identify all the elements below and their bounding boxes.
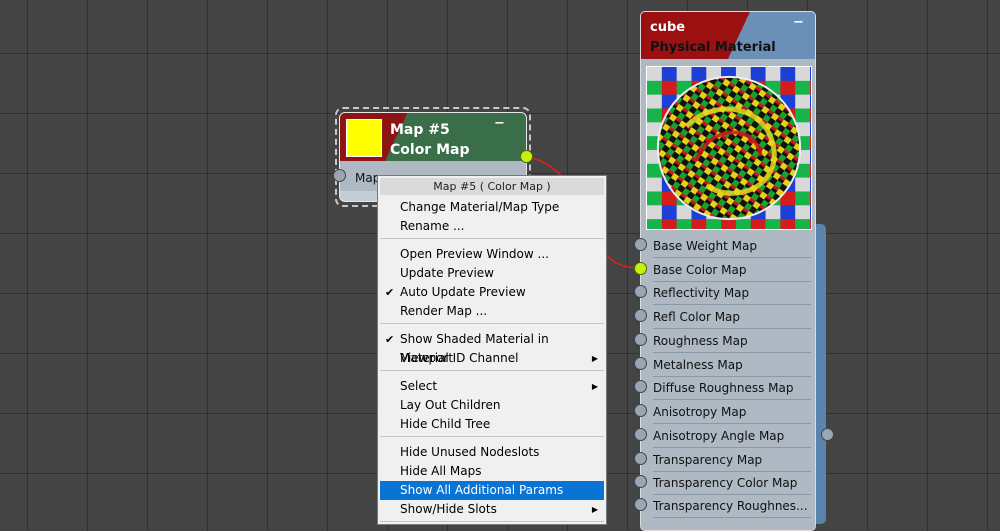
slot-port-anisotropy-map[interactable] (634, 404, 647, 417)
menu-item-label: Auto Update Preview (400, 285, 526, 299)
menu-item-label: Render Map ... (400, 304, 488, 318)
menu-item-label: Material ID Channel (400, 351, 519, 365)
menu-item-rename[interactable]: Rename ... (380, 217, 604, 236)
slot-port-transparency-roughnes[interactable] (634, 498, 647, 511)
slot-metalness-map[interactable]: Metalness Map (653, 354, 811, 377)
slot-port-refl-color-map[interactable] (634, 309, 647, 322)
menu-item-label: Hide All Maps (400, 464, 482, 478)
slot-transparency-map[interactable]: Transparency Map (653, 449, 811, 472)
checkmark-icon: ✔ (385, 333, 395, 346)
menu-item-label: Open Preview Window ... (400, 247, 549, 261)
menu-item-show-all-additional-params[interactable]: Show All Additional Params (380, 481, 604, 500)
color-swatch (346, 119, 382, 157)
menu-item-label: Lay Out Children (400, 398, 501, 412)
menu-separator (380, 370, 604, 371)
map-node-name: Map #5 (390, 122, 450, 138)
menu-item-label: Change Material/Map Type (400, 200, 560, 214)
menu-item-label: Hide Child Tree (400, 417, 491, 431)
material-node-header[interactable]: cube Physical Material − (641, 12, 815, 59)
slot-transparency-color-map[interactable]: Transparency Color Map (653, 472, 811, 495)
checkmark-icon: ✔ (385, 286, 395, 299)
slot-port-transparency-color-map[interactable] (634, 475, 647, 488)
menu-item-hide-unused-nodeslots[interactable]: Hide Unused Nodeslots (380, 443, 604, 462)
menu-item-material-id-channel[interactable]: Material ID Channel ▶ (380, 349, 604, 368)
material-node-scrollbar[interactable] (816, 224, 826, 524)
menu-header: Map #5 ( Color Map ) (380, 178, 604, 195)
slot-diffuse-roughness-map[interactable]: Diffuse Roughness Map (653, 377, 811, 400)
map-output-port[interactable] (520, 150, 533, 163)
map-node-header[interactable]: Map #5 Color Map − (340, 113, 516, 161)
material-output-port[interactable] (821, 428, 834, 441)
slot-port-reflectivity-map[interactable] (634, 285, 647, 298)
slot-port-transparency-map[interactable] (634, 452, 647, 465)
slot-port-diffuse-roughness-map[interactable] (634, 380, 647, 393)
material-node-title: cube Physical Material (650, 18, 776, 58)
slot-port-base-color-map[interactable] (634, 262, 647, 275)
slot-reflectivity-map[interactable]: Reflectivity Map (653, 282, 811, 305)
slot-port-anisotropy-angle-map[interactable] (634, 428, 647, 441)
material-node[interactable]: cube Physical Material − Base Weight Map… (640, 11, 816, 531)
map-node-title: Map #5 Color Map (390, 120, 470, 160)
menu-item-update-preview[interactable]: Update Preview (380, 264, 604, 283)
menu-separator (380, 238, 604, 239)
menu-item-label: Update Preview (400, 266, 494, 280)
menu-item-lay-out-children[interactable]: Lay Out Children (380, 396, 604, 415)
menu-item-show-hide-slots[interactable]: Show/Hide Slots ▶ (380, 500, 604, 519)
menu-item-select[interactable]: Select ▶ (380, 377, 604, 396)
slot-base-weight-map[interactable]: Base Weight Map (653, 235, 811, 258)
submenu-arrow-icon: ▶ (591, 382, 598, 391)
material-type: Physical Material (650, 40, 776, 55)
slot-anisotropy-angle-map[interactable]: Anisotropy Angle Map (653, 425, 811, 448)
menu-item-hide-child-tree[interactable]: Hide Child Tree (380, 415, 604, 434)
menu-separator (380, 436, 604, 437)
menu-item-render-map[interactable]: Render Map ... (380, 302, 604, 321)
context-menu[interactable]: Map #5 ( Color Map ) Change Material/Map… (377, 175, 607, 525)
submenu-arrow-icon: ▶ (591, 505, 598, 514)
menu-item-label: Hide Unused Nodeslots (400, 445, 540, 459)
slot-anisotropy-map[interactable]: Anisotropy Map (653, 401, 811, 424)
slot-port-base-weight-map[interactable] (634, 238, 647, 251)
collapse-icon[interactable]: − (793, 15, 804, 30)
collapse-icon[interactable]: − (494, 116, 505, 131)
material-name: cube (650, 20, 686, 35)
menu-item-hide-all-maps[interactable]: Hide All Maps (380, 462, 604, 481)
slot-roughness-map[interactable]: Roughness Map (653, 330, 811, 353)
menu-item-auto-update-preview[interactable]: Auto Update Preview ✔ (380, 283, 604, 302)
slot-port-metalness-map[interactable] (634, 357, 647, 370)
map-input-port[interactable] (333, 169, 346, 182)
slot-transparency-roughnes[interactable]: Transparency Roughnes... (653, 495, 811, 518)
menu-item-show-shaded-material-in-viewport[interactable]: Show Shaded Material in Viewport ✔ (380, 330, 604, 365)
material-preview-sphere (646, 66, 812, 230)
slot-port-roughness-map[interactable] (634, 333, 647, 346)
menu-item-open-preview-window[interactable]: Open Preview Window ... (380, 245, 604, 264)
menu-separator (380, 323, 604, 324)
menu-item-label: Select (400, 379, 438, 393)
menu-item-label: Show All Additional Params (400, 483, 564, 497)
menu-item-label: Show/Hide Slots (400, 502, 497, 516)
submenu-arrow-icon: ▶ (591, 354, 598, 363)
map-node-type: Color Map (390, 142, 470, 158)
slot-refl-color-map[interactable]: Refl Color Map (653, 306, 811, 329)
menu-item-label: Rename ... (400, 219, 465, 233)
slot-base-color-map[interactable]: Base Color Map (653, 259, 811, 282)
menu-item-change-material-map-type[interactable]: Change Material/Map Type (380, 198, 604, 217)
